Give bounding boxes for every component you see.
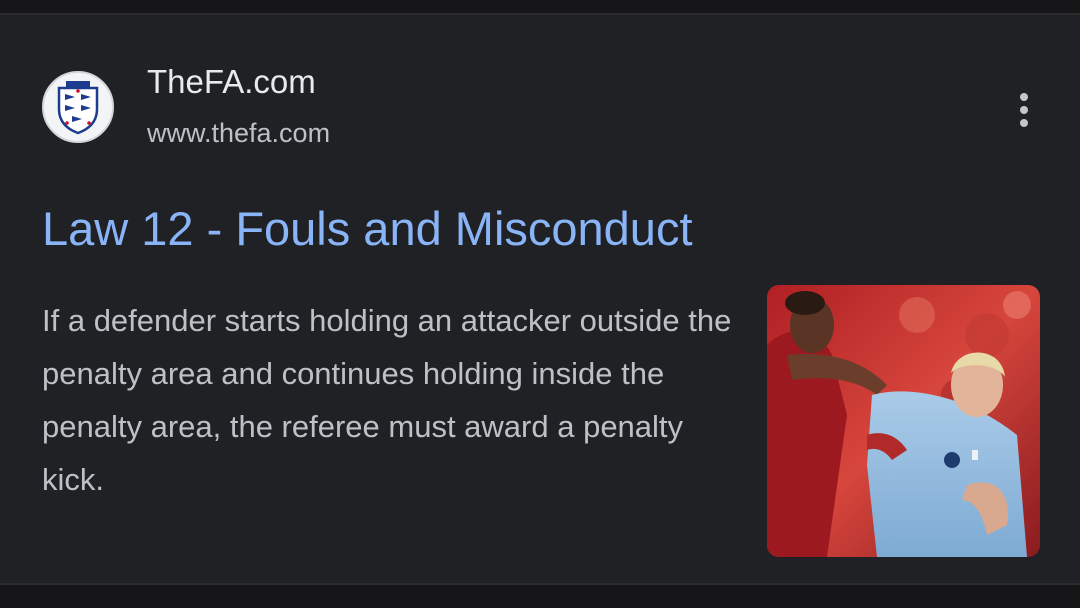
result-snippet: If a defender starts holding an attacker… [42, 303, 732, 497]
site-name[interactable]: TheFA.com [147, 63, 316, 101]
result-title-link[interactable]: Law 12 - Fouls and Misconduct [42, 201, 693, 256]
search-result-card: TheFA.com www.thefa.com Law 12 - Fouls a… [0, 13, 1080, 585]
england-fa-crest-icon[interactable] [42, 71, 114, 143]
site-url[interactable]: www.thefa.com [147, 118, 330, 149]
result-thumbnail-image[interactable] [767, 285, 1040, 557]
more-options-button[interactable] [1005, 89, 1043, 131]
more-vert-icon-dot [1020, 93, 1028, 101]
more-vert-icon-dot [1020, 106, 1028, 114]
more-vert-icon-dot [1020, 119, 1028, 127]
